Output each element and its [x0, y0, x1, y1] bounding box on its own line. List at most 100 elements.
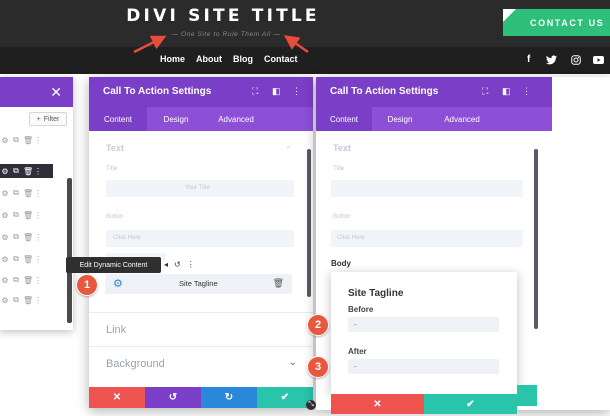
background-toggle-label: Background	[106, 358, 165, 370]
chevron-down-icon: ⌄	[288, 357, 297, 368]
more-icon[interactable]: ⋮	[187, 260, 195, 269]
more-icon[interactable]: ⋮	[34, 136, 42, 145]
tab-design[interactable]: Design	[147, 107, 205, 131]
tab-content[interactable]: Content	[316, 107, 372, 131]
popover-action-bar: ✕ ✔	[331, 394, 517, 414]
tab-design[interactable]: Design	[372, 107, 428, 131]
layer-row[interactable]: ⚙ ⧉ 🗑 ⋮	[0, 230, 53, 244]
gear-icon[interactable]: ⚙	[1, 189, 9, 198]
trash-icon[interactable]: 🗑	[23, 211, 33, 220]
more-icon[interactable]: ⋮	[34, 296, 42, 305]
modal-title: Call To Action Settings	[330, 86, 439, 97]
cta-settings-modal-left: Call To Action Settings ⛶ ◧ ⋮ Content De…	[89, 77, 313, 408]
gear-icon[interactable]: ⚙	[1, 255, 9, 264]
save-button[interactable]: ✔	[257, 387, 313, 408]
more-icon[interactable]: ⋮	[34, 276, 42, 285]
layer-row[interactable]: ⚙ ⧉ 🗑 ⋮	[0, 133, 53, 147]
reset-icon[interactable]: ↺	[174, 260, 181, 269]
duplicate-icon[interactable]: ⧉	[12, 210, 20, 220]
gear-icon[interactable]: ⚙	[1, 296, 9, 305]
right-modal-save-edge	[517, 385, 537, 406]
gear-icon[interactable]: ⚙	[1, 233, 9, 242]
layer-row[interactable]: ⚙ ⧉ 🗑 ⋮	[0, 208, 53, 222]
layer-row[interactable]: ⚙ ⧉ 🗑 ⋮	[0, 273, 53, 287]
more-icon[interactable]: ⋮	[34, 189, 42, 198]
step-badge-1: 1	[76, 274, 98, 296]
trash-icon[interactable]: 🗑	[23, 255, 33, 264]
button-field-label: Button	[106, 214, 124, 220]
edit-dynamic-content-tooltip: Edit Dynamic Content	[66, 257, 161, 273]
redo-button[interactable]: ↻	[201, 387, 257, 408]
gear-icon[interactable]: ⚙	[1, 211, 9, 220]
duplicate-icon[interactable]: ⧉	[12, 295, 20, 305]
modal-left-scrollbar[interactable]	[307, 149, 311, 297]
gear-icon[interactable]: ⚙	[113, 277, 123, 290]
dynamic-content-field[interactable]: ⚙ Site Tagline 🗑	[105, 274, 292, 294]
after-label: After	[348, 347, 367, 356]
duplicate-icon[interactable]: ⧉	[12, 188, 20, 198]
layer-row-active[interactable]: ⚙ ⧉ 🗑 ⋮	[0, 164, 53, 178]
trash-icon[interactable]: 🗑	[273, 278, 284, 289]
cancel-button[interactable]: ✕	[89, 387, 145, 408]
screenshot-root: DIVI SITE TITLE — One Site to Rule Them …	[0, 0, 610, 416]
popover-title: Site Tagline	[348, 288, 404, 299]
more-icon[interactable]: ⋮	[522, 86, 531, 97]
layer-row[interactable]: ⚙ ⧉ 🗑 ⋮	[0, 186, 53, 200]
duplicate-icon[interactable]: ⧉	[12, 275, 20, 285]
more-icon[interactable]: ⋮	[34, 233, 42, 242]
modal-title: Call To Action Settings	[103, 86, 212, 97]
trash-icon[interactable]: 🗑	[23, 136, 33, 145]
layer-row[interactable]: ⚙ ⧉ 🗑 ⋮	[0, 293, 53, 307]
more-icon[interactable]: ⋮	[34, 255, 42, 264]
duplicate-icon[interactable]: ⧉	[12, 135, 20, 145]
more-icon[interactable]: ⋮	[292, 86, 301, 97]
link-toggle-label: Link	[106, 324, 127, 336]
trash-icon[interactable]: 🗑	[23, 189, 33, 198]
dynamic-content-popover: Site Tagline Before - After -	[331, 272, 517, 394]
modal-tabs: Content Design Advanced	[89, 107, 313, 131]
tab-content[interactable]: Content	[89, 107, 147, 131]
layers-panel: ✕ + Filter ⚙ ⧉ 🗑 ⋮ ⚙ ⧉ 🗑 ⋮ ⚙ ⧉ 🗑 ⋮ ⚙ ⧉ 🗑 ⋮ ⚙ ⧉ 🗑 ⋮ ⚙ ⧉ 🗑 ⋮…	[0, 77, 73, 330]
filter-label: Filter	[43, 115, 60, 123]
modal-header: Call To Action Settings ⛶ ◧ ⋮	[316, 77, 552, 107]
left-arrow	[133, 35, 167, 54]
duplicate-icon[interactable]: ⧉	[12, 254, 20, 264]
trash-icon[interactable]: 🗑	[23, 296, 33, 305]
duplicate-icon[interactable]: ⧉	[12, 166, 20, 176]
dynamic-content-label: Site Tagline	[179, 279, 218, 288]
trash-icon[interactable]: 🗑	[23, 167, 33, 176]
before-input[interactable]: -	[348, 317, 499, 332]
fullscreen-icon[interactable]: ⛶	[252, 86, 258, 97]
undo-button[interactable]: ↺	[145, 387, 201, 408]
modal-header: Call To Action Settings ⛶ ◧ ⋮	[89, 77, 313, 107]
annotation-arrows	[133, 35, 309, 54]
trash-icon[interactable]: 🗑	[23, 276, 33, 285]
filter-button[interactable]: + Filter	[29, 112, 67, 126]
more-icon[interactable]: ⋮	[34, 211, 42, 220]
layers-scrollbar[interactable]	[67, 178, 72, 323]
layer-row[interactable]: ⚙ ⧉ 🗑 ⋮	[0, 252, 53, 266]
close-icon[interactable]: ✕	[50, 84, 62, 101]
gear-icon[interactable]: ⚙	[1, 276, 9, 285]
gear-icon[interactable]: ⚙	[1, 136, 9, 145]
save-button[interactable]: ✔	[424, 394, 517, 414]
tab-advanced[interactable]: Advanced	[432, 107, 492, 131]
trash-icon[interactable]: 🗑	[23, 233, 33, 242]
text-section-label: Text	[106, 143, 124, 153]
cancel-button[interactable]: ✕	[331, 394, 424, 414]
duplicate-icon[interactable]: ⧉	[12, 232, 20, 242]
tab-advanced[interactable]: Advanced	[207, 107, 265, 131]
modal-right-scrollbar[interactable]	[534, 149, 538, 329]
sidebar-toggle-icon[interactable]: ◧	[502, 86, 511, 97]
sidebar-toggle-icon[interactable]: ◧	[272, 86, 281, 97]
link-toggle[interactable]: Link	[89, 312, 313, 348]
field-mini-toolbar: ◂ ↺ ⋮	[164, 258, 210, 271]
more-icon[interactable]: ⋮	[34, 167, 42, 176]
gear-icon[interactable]: ⚙	[1, 167, 9, 176]
background-toggle[interactable]: Background ⌄	[89, 346, 313, 382]
fullscreen-icon[interactable]: ⛶	[482, 86, 488, 97]
after-input[interactable]: -	[348, 359, 499, 374]
resize-handle-icon[interactable]: ⤡	[306, 400, 316, 410]
chevron-up-icon: ⌃	[285, 145, 292, 154]
chevron-left-icon[interactable]: ◂	[164, 260, 168, 269]
